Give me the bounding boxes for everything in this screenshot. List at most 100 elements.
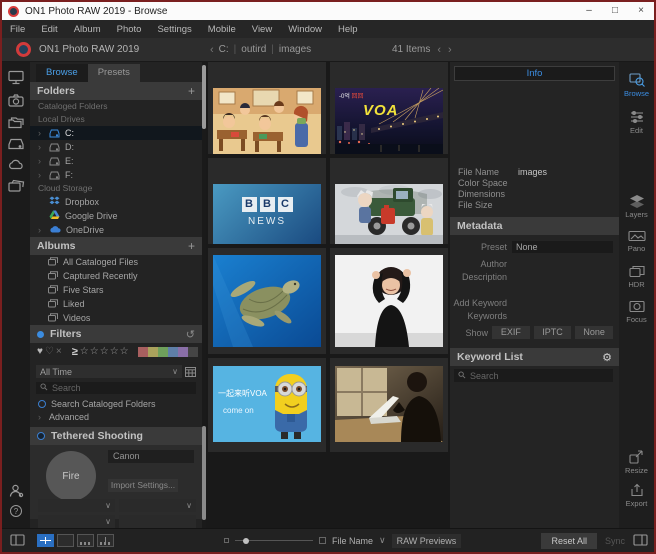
account-icon[interactable] — [9, 484, 24, 498]
maximize-button[interactable]: □ — [602, 2, 628, 20]
tethered-toggle-icon[interactable] — [37, 432, 45, 440]
import-settings-button[interactable]: Import Settings... — [108, 479, 178, 492]
star-rating-filter[interactable]: ☆☆☆☆☆ — [80, 346, 130, 357]
color-swatch[interactable] — [168, 347, 178, 357]
tab-presets[interactable]: Presets — [88, 64, 140, 82]
left-panel-toggle-icon[interactable] — [10, 534, 25, 548]
raw-previews-label[interactable]: RAW Previews — [392, 534, 462, 548]
breadcrumb-drive[interactable]: C: — [219, 44, 229, 55]
iptc-button[interactable]: IPTC — [534, 326, 572, 339]
tethered-dropdown[interactable]: ∨ — [38, 499, 115, 512]
fire-button[interactable]: Fire — [46, 451, 96, 501]
star-compare-icon[interactable]: ≥ — [72, 346, 78, 358]
gear-icon[interactable]: ⚙ — [602, 351, 612, 364]
breadcrumb-sub[interactable]: images — [279, 44, 311, 55]
metadata-panel-header[interactable]: Metadata — [450, 217, 619, 235]
tethered-shooting-header[interactable]: Tethered Shooting — [30, 427, 202, 445]
thumbnail-sea-turtle[interactable] — [213, 255, 321, 347]
color-swatch[interactable] — [148, 347, 158, 357]
reset-filters-icon[interactable]: ↺ — [186, 328, 195, 341]
right-panel-toggle-icon[interactable] — [633, 534, 648, 548]
drive-row-d[interactable]: › D: — [30, 140, 202, 154]
liked-filter-icon[interactable]: ♥ — [37, 346, 43, 357]
chevron-right-icon[interactable]: › — [38, 128, 44, 138]
drive-row-f[interactable]: › F: — [30, 168, 202, 182]
thumbnail-size-slider[interactable] — [235, 540, 313, 541]
cloud-icon[interactable] — [7, 159, 25, 170]
module-edit[interactable]: Edit — [619, 110, 654, 135]
none-button[interactable]: None — [575, 326, 613, 339]
filters-panel-header[interactable]: Filters ↺ — [30, 325, 202, 343]
add-folder-icon[interactable]: + — [188, 84, 195, 98]
album-row[interactable]: All Cataloged Files — [30, 255, 202, 269]
radio-icon[interactable] — [38, 400, 46, 408]
scrollbar-thumb[interactable] — [202, 65, 206, 129]
menu-album[interactable]: Album — [74, 24, 101, 35]
photo-cell[interactable] — [330, 158, 448, 244]
computer-icon[interactable] — [7, 70, 25, 85]
photo-view-button[interactable] — [57, 534, 74, 547]
module-pano[interactable]: Pano — [619, 230, 654, 253]
module-resize[interactable]: Resize — [619, 450, 654, 475]
calendar-icon[interactable] — [185, 365, 196, 378]
photo-cell[interactable] — [330, 358, 448, 452]
thumbnail-classroom-cartoon[interactable] — [213, 88, 321, 154]
grid-scrollbar[interactable] — [202, 62, 206, 528]
prev-icon[interactable]: ‹ — [437, 44, 441, 56]
albums-panel-header[interactable]: Albums + — [30, 237, 202, 255]
module-focus[interactable]: Focus — [619, 300, 654, 324]
cloud-row-google-drive[interactable]: Google Drive — [30, 209, 202, 223]
scrollbar-thumb[interactable] — [202, 426, 206, 520]
menu-window[interactable]: Window — [288, 24, 322, 35]
photos-icon[interactable] — [7, 179, 25, 192]
slider-knob[interactable] — [243, 538, 249, 544]
drive-row-e[interactable]: › E: — [30, 154, 202, 168]
close-button[interactable]: × — [628, 2, 654, 20]
tethered-dropdown[interactable]: ∨ — [119, 499, 196, 512]
cloud-row-onedrive[interactable]: › OneDrive — [30, 223, 202, 237]
thumbnail-voa-bridge[interactable]: -0억 回回 VOA — [335, 88, 443, 154]
chevron-down-icon[interactable]: ∨ — [379, 535, 386, 546]
color-swatch[interactable] — [188, 347, 198, 357]
photo-cell[interactable] — [330, 248, 448, 354]
menu-settings[interactable]: Settings — [157, 24, 191, 35]
keyword-list-header[interactable]: Keyword List ⚙ — [450, 348, 619, 366]
color-swatch[interactable] — [178, 347, 188, 357]
back-icon[interactable]: ‹ — [210, 44, 214, 56]
search-cataloged-toggle[interactable]: Search Cataloged Folders — [30, 397, 202, 410]
reset-all-button[interactable]: Reset All — [541, 533, 597, 549]
help-icon[interactable]: ? — [10, 505, 22, 517]
add-album-icon[interactable]: + — [188, 239, 195, 253]
thumbnail-minion-voa[interactable]: 一起来听VOA come on — [213, 366, 321, 442]
thumbnail-man-laptop[interactable] — [335, 366, 443, 442]
filmstrip-view-button[interactable] — [77, 534, 94, 547]
album-row[interactable]: Videos — [30, 311, 202, 325]
drive-row-c[interactable]: › C: — [30, 126, 202, 140]
tethered-dropdown[interactable]: ∨ — [38, 515, 115, 528]
album-row[interactable]: Five Stars — [30, 283, 202, 297]
advanced-toggle[interactable]: › Advanced — [30, 410, 202, 423]
keyword-search-input[interactable]: Search — [454, 369, 613, 382]
photo-cell[interactable]: B B C NEWS — [208, 158, 326, 244]
menu-help[interactable]: Help — [338, 24, 358, 35]
chevron-right-icon[interactable]: › — [38, 156, 44, 166]
info-tab[interactable]: Info — [454, 66, 615, 81]
photo-cell[interactable] — [208, 62, 326, 154]
folders-icon[interactable] — [7, 116, 25, 129]
breadcrumb-folder[interactable]: outird — [241, 44, 266, 55]
module-browse[interactable]: Browse — [619, 72, 654, 98]
module-hdr[interactable]: HDR — [619, 265, 654, 289]
rejected-filter-icon[interactable]: × — [56, 346, 62, 357]
chevron-right-icon[interactable]: › — [38, 170, 44, 180]
label-checkbox[interactable] — [319, 537, 326, 544]
photo-cell[interactable] — [208, 248, 326, 354]
menu-photo[interactable]: Photo — [117, 24, 142, 35]
date-range-dropdown[interactable]: All Time ∨ — [36, 365, 182, 378]
compare-view-button[interactable] — [97, 534, 114, 547]
album-row[interactable]: Captured Recently — [30, 269, 202, 283]
photo-cell[interactable]: -0억 回回 VOA — [330, 62, 448, 154]
chevron-right-icon[interactable]: › — [38, 142, 44, 152]
thumbnail-woman-hands-on-head[interactable] — [335, 255, 443, 347]
preset-dropdown[interactable]: None — [512, 241, 613, 253]
menu-edit[interactable]: Edit — [41, 24, 57, 35]
